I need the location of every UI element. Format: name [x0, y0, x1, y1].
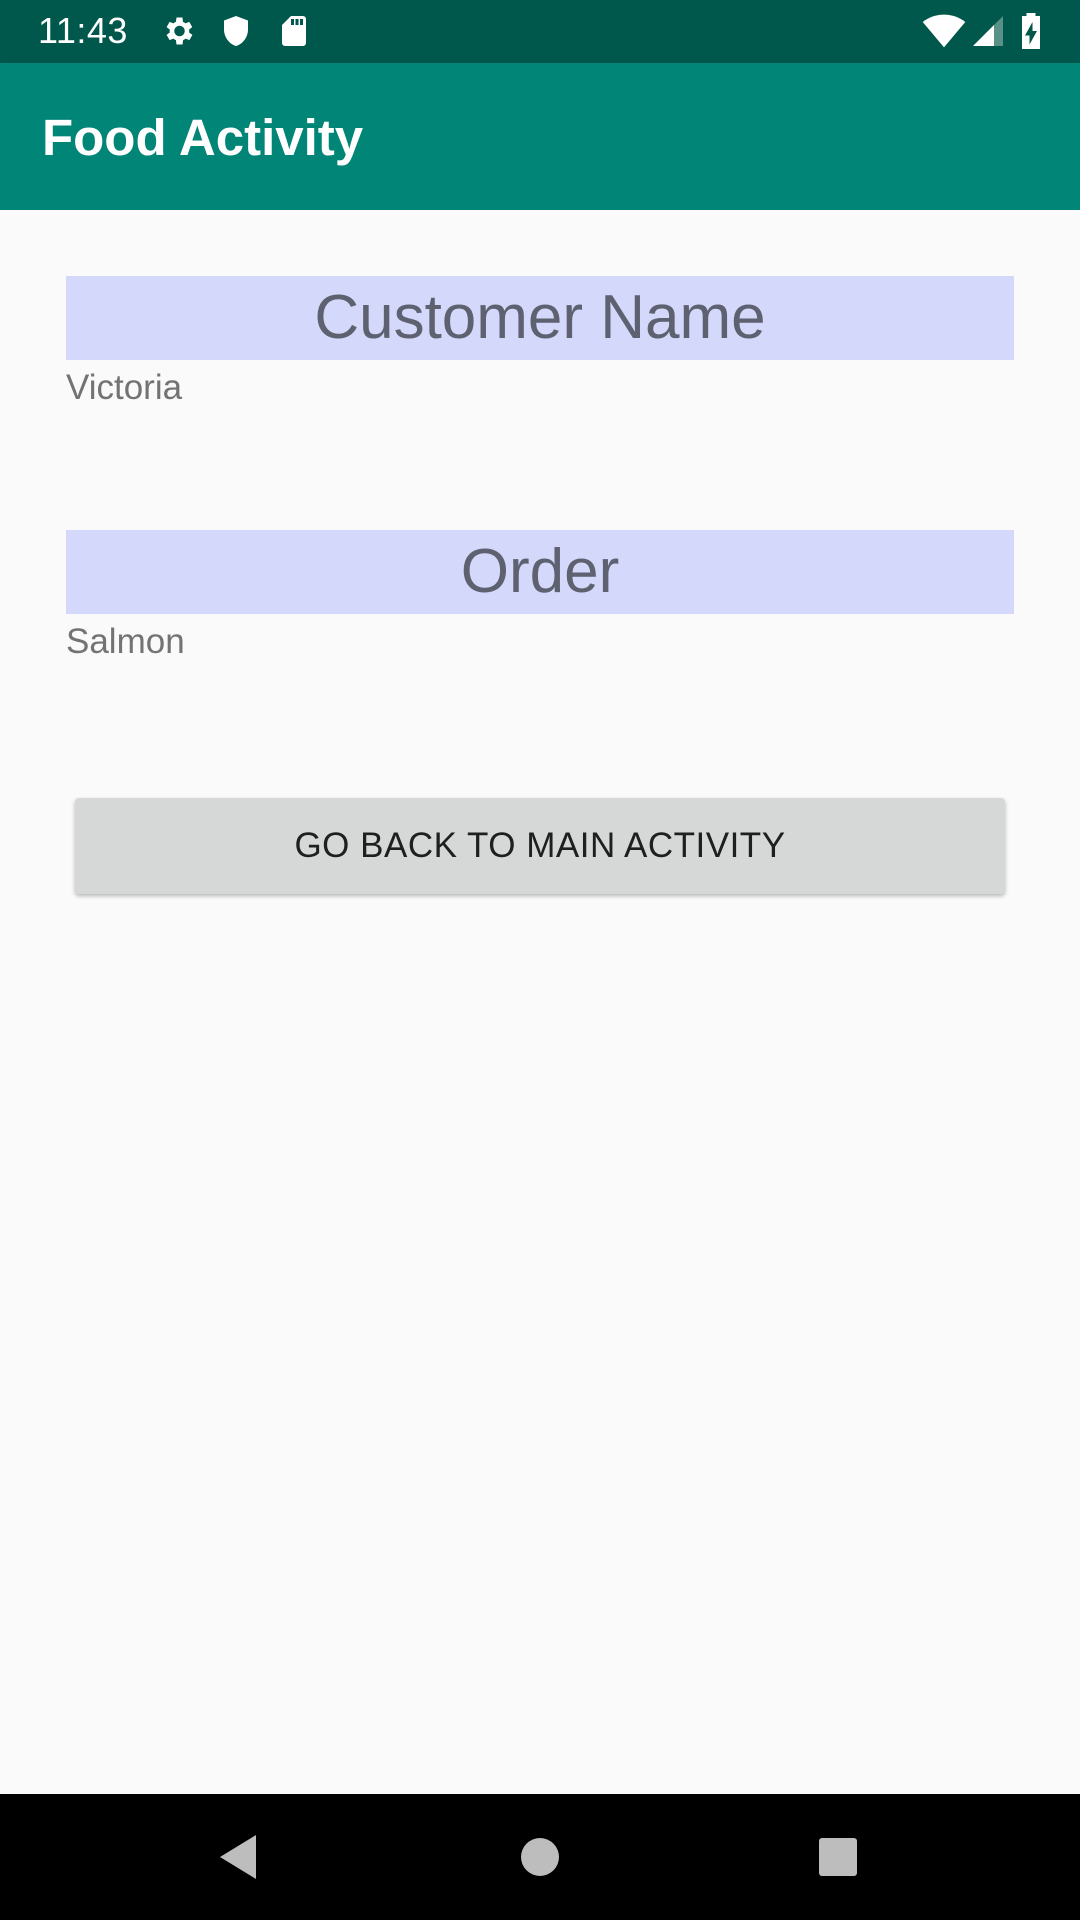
- app-bar: Food Activity: [0, 63, 1080, 210]
- wifi-icon: [922, 13, 966, 49]
- shield-icon: [218, 13, 254, 49]
- back-icon[interactable]: [216, 1835, 260, 1879]
- gear-icon: [160, 13, 196, 49]
- sd-card-icon: [276, 13, 312, 49]
- nav-bar: [0, 1794, 1080, 1920]
- home-icon[interactable]: [518, 1835, 562, 1879]
- recents-icon[interactable]: [816, 1835, 860, 1879]
- battery-charging-icon: [1016, 13, 1046, 49]
- customer-name-value: Victoria: [66, 368, 183, 407]
- customer-name-label: Customer Name: [66, 276, 1014, 360]
- app-title: Food Activity: [42, 109, 364, 166]
- go-back-button[interactable]: GO BACK TO MAIN ACTIVITY: [75, 798, 1005, 894]
- order-label: Order: [66, 530, 1014, 614]
- status-bar: 11:43: [0, 0, 1080, 63]
- order-value: Salmon: [66, 622, 185, 661]
- signal-icon: [970, 13, 1006, 49]
- status-time: 11:43: [38, 10, 128, 51]
- main-content: Customer Name Victoria Order Salmon GO B…: [0, 210, 1080, 1794]
